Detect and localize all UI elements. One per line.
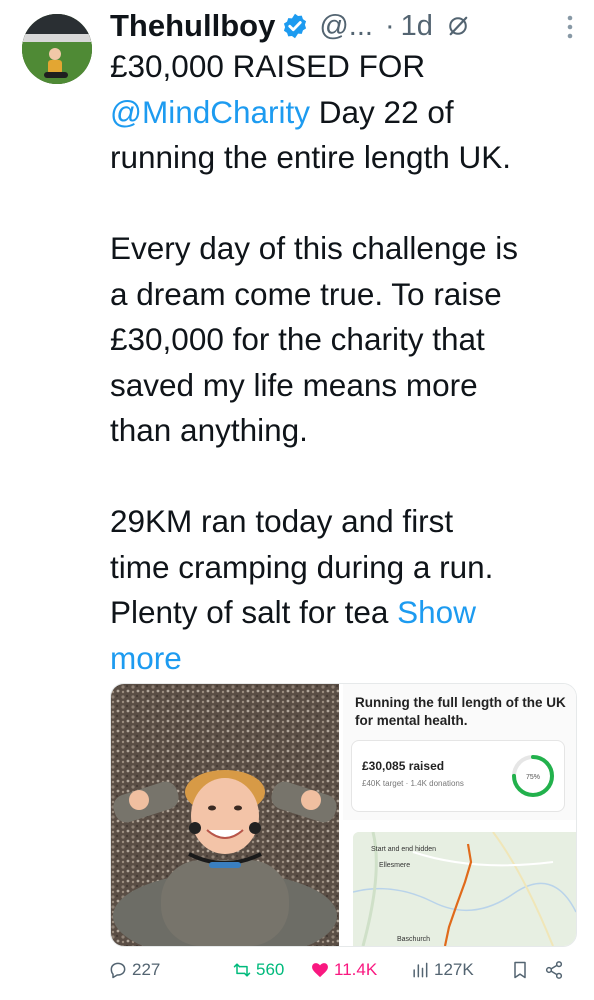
views-icon: [413, 962, 428, 978]
avatar[interactable]: [22, 14, 92, 84]
author-name[interactable]: Thehullboy: [110, 8, 275, 44]
text-line: @MindCharity Day 22 of: [110, 90, 580, 136]
text-line: running the entire length UK.: [110, 139, 512, 175]
tweet-header: Thehullboy @... · 1d: [110, 4, 574, 48]
text-line: time cramping during a run.: [110, 548, 494, 585]
tweet-media[interactable]: Running the full length of the UK for me…: [110, 683, 577, 947]
tweet-time[interactable]: 1d: [401, 10, 433, 43]
text-fragment: Plenty of salt for tea: [110, 594, 398, 630]
reply-count: 227: [132, 960, 161, 979]
like-icon: [312, 963, 328, 978]
repost-icon: [233, 963, 251, 977]
views-button[interactable]: 127K: [410, 960, 474, 980]
repost-count: 560: [256, 960, 285, 979]
text-line: £30,000 RAISED FOR: [110, 48, 426, 84]
repost-button[interactable]: 560: [232, 960, 284, 980]
progress-ring: 75%: [512, 755, 554, 797]
grok-icon[interactable]: [447, 15, 469, 37]
views-count: 127K: [434, 960, 474, 979]
text-line: a dream come true. To raise: [110, 275, 502, 312]
text-line: than anything.: [110, 412, 308, 448]
text-line: saved my life means more: [110, 366, 478, 403]
progress-label: 75%: [526, 774, 540, 781]
share-button[interactable]: [544, 960, 568, 980]
text-line: 29KM ran today and first: [110, 503, 454, 539]
like-button[interactable]: 11.4K: [310, 960, 377, 980]
photo-runner[interactable]: [111, 684, 339, 946]
route-map[interactable]: Start and end hidden Ellesmere Baschurch: [353, 832, 576, 946]
fundraiser-title: Running the full length of the UK for me…: [355, 695, 566, 728]
more-icon[interactable]: [566, 12, 574, 42]
avatar-image: [22, 14, 92, 84]
mention-link[interactable]: @MindCharity: [110, 94, 310, 130]
text-fragment: Day 22 of: [310, 93, 454, 130]
amount-raised: £30,085 raised: [362, 759, 445, 773]
text-line: more: [110, 636, 580, 682]
text-line: Plenty of salt for tea Show: [110, 590, 580, 636]
map-label-baschurch: Baschurch: [397, 936, 431, 943]
tweet-actions: 227 560 11.4K 127K: [108, 960, 578, 986]
text-line: Every day of this challenge is: [110, 230, 518, 266]
target-donations: £40K target · 1.4K donations: [362, 779, 464, 788]
show-more-link[interactable]: Show: [397, 594, 476, 630]
separator-dot: ·: [384, 9, 395, 42]
show-more-link[interactable]: more: [110, 640, 182, 676]
fundraiser-progress-box: £30,085 raised £40K target · 1.4K donati…: [351, 740, 565, 812]
reply-icon: [110, 962, 126, 979]
share-icon: [545, 961, 563, 979]
reply-button[interactable]: 227: [108, 960, 160, 980]
author-handle[interactable]: @...: [319, 10, 373, 43]
fundraiser-card[interactable]: Running the full length of the UK for me…: [343, 684, 576, 820]
bookmark-button[interactable]: [510, 960, 534, 980]
tweet-text: £30,000 RAISED FOR @MindCharity Day 22 o…: [110, 44, 580, 681]
like-count: 11.4K: [334, 960, 378, 979]
bookmark-icon: [514, 961, 526, 979]
map-label-ellesmere: Ellesmere: [379, 862, 411, 869]
text-line: £30,000 for the charity that: [110, 321, 485, 357]
verified-badge-icon: [284, 13, 307, 39]
map-label-start: Start and end hidden: [371, 846, 436, 853]
